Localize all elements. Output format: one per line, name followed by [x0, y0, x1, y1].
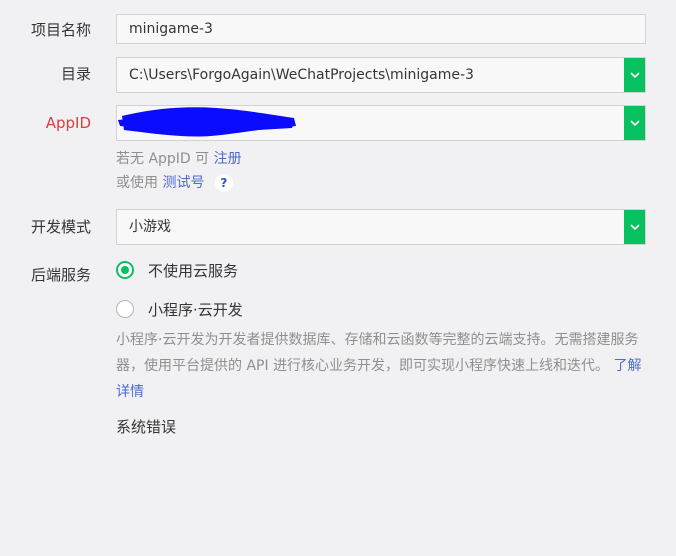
- help-icon[interactable]: ?: [214, 174, 233, 192]
- appid-hint-prefix: 若无 AppID 可: [116, 151, 210, 167]
- system-error-text: 系统错误: [116, 418, 177, 436]
- radio-unselected-icon[interactable]: [116, 300, 134, 318]
- directory-value: C:\Users\ForgoAgain\WeChatProjects\minig…: [129, 67, 474, 83]
- appid-select[interactable]: [116, 105, 646, 141]
- register-link[interactable]: 注册: [214, 151, 242, 167]
- directory-select[interactable]: C:\Users\ForgoAgain\WeChatProjects\minig…: [116, 57, 646, 93]
- radio-cloud-dev-label: 小程序·云开发: [148, 300, 243, 319]
- dev-mode-value: 小游戏: [129, 219, 171, 235]
- appid-test-prefix: 或使用: [116, 175, 158, 191]
- directory-label: 目录: [60, 65, 91, 83]
- appid-label: AppID: [45, 114, 91, 132]
- appid-dropdown-button[interactable]: [624, 106, 645, 140]
- chevron-down-icon: [630, 72, 640, 78]
- appid-register-hint: 若无 AppID 可 注册: [116, 149, 242, 169]
- chevron-down-icon: [630, 120, 640, 126]
- backend-label: 后端服务: [30, 266, 91, 284]
- cloud-description: 小程序·云开发为开发者提供数据库、存储和云函数等完整的云端支持。无需搭建服务器，…: [116, 327, 650, 405]
- radio-no-cloud[interactable]: 不使用云服务: [116, 260, 238, 280]
- chevron-down-icon: [630, 224, 640, 230]
- project-name-input[interactable]: minigame-3: [116, 14, 646, 44]
- dev-mode-label: 开发模式: [30, 218, 91, 236]
- dev-mode-dropdown-button[interactable]: [624, 210, 645, 244]
- radio-no-cloud-label: 不使用云服务: [148, 261, 239, 280]
- appid-test-hint: 或使用 测试号 ?: [116, 173, 233, 193]
- test-account-link[interactable]: 测试号: [162, 175, 204, 191]
- cloud-description-text: 小程序·云开发为开发者提供数据库、存储和云函数等完整的云端支持。无需搭建服务器，…: [116, 332, 639, 374]
- directory-dropdown-button[interactable]: [624, 58, 645, 92]
- project-name-label: 项目名称: [30, 21, 91, 39]
- radio-selected-icon[interactable]: [116, 261, 134, 279]
- dev-mode-select[interactable]: 小游戏: [116, 209, 646, 245]
- radio-cloud-dev[interactable]: 小程序·云开发: [116, 299, 243, 319]
